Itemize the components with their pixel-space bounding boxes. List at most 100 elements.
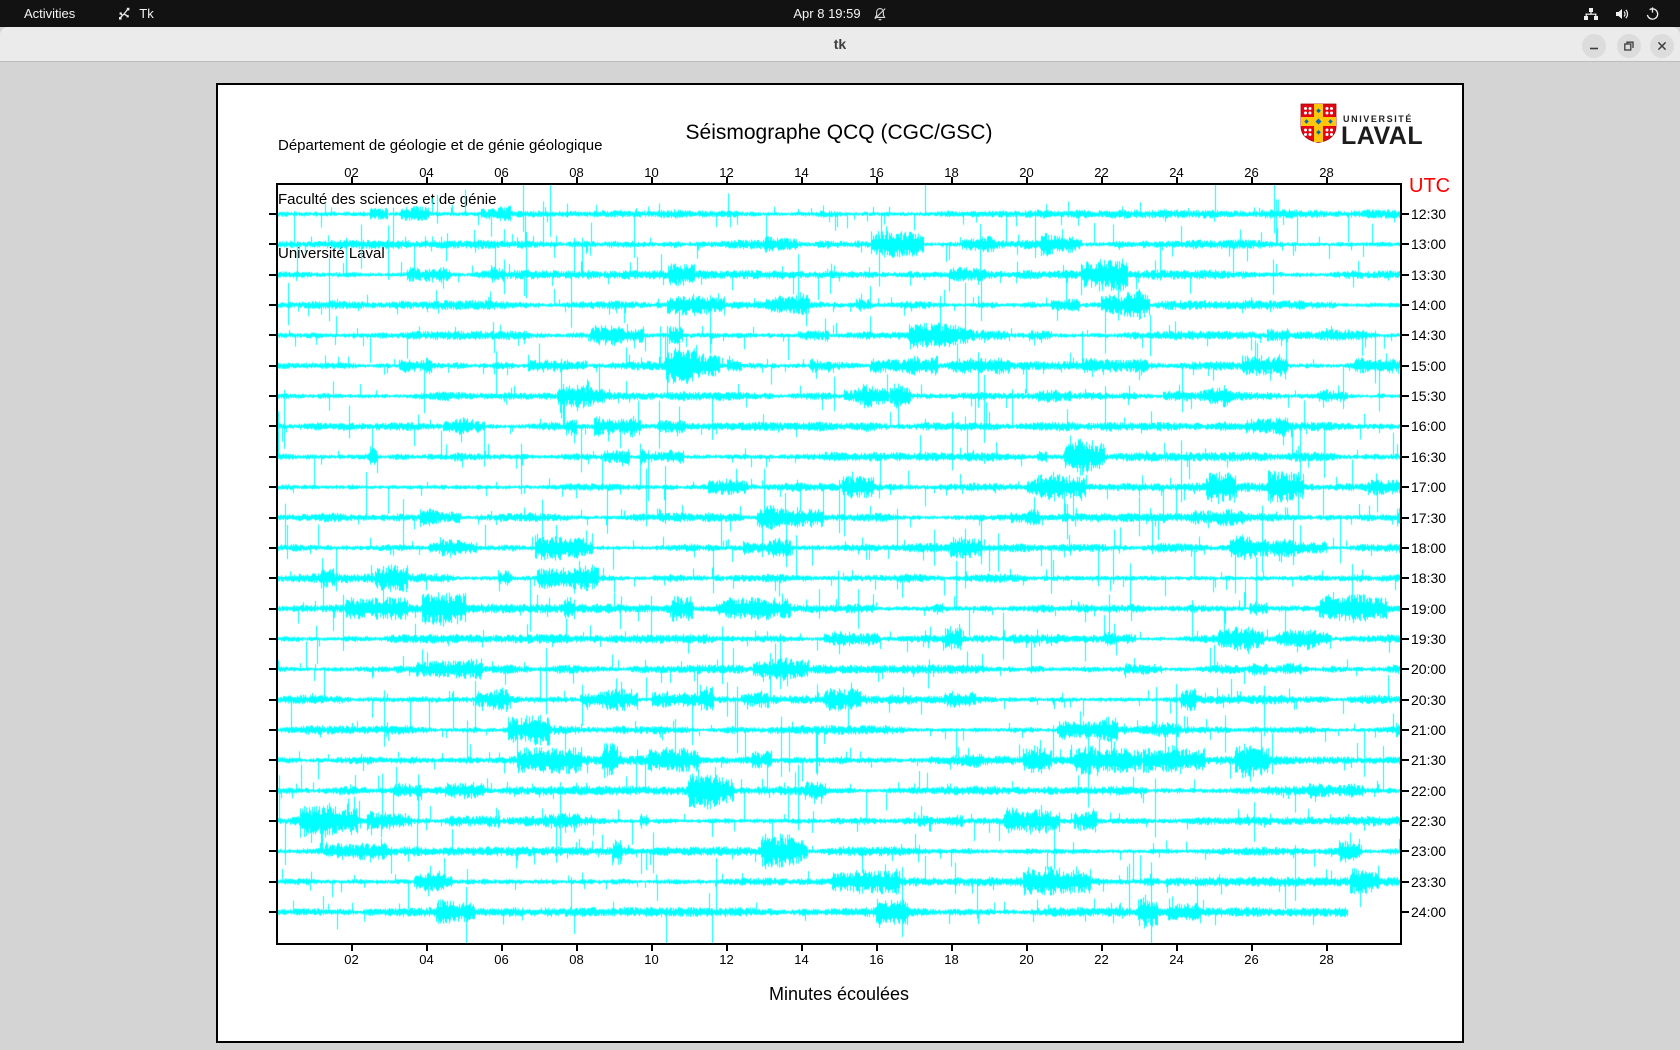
row-tick-right	[1402, 334, 1409, 337]
row-tick-left	[269, 698, 276, 701]
seismogram-traces-canvas	[278, 185, 1400, 943]
row-tick-left	[269, 455, 276, 458]
row-tick-right	[1402, 455, 1409, 458]
x-tick-mark-top	[650, 177, 653, 183]
row-tick-right	[1402, 546, 1409, 549]
utc-time-label: 20:00	[1411, 661, 1447, 678]
network-wired-icon	[1583, 7, 1599, 21]
gnome-top-bar: Activities Tk Apr 8 19:59	[0, 0, 1680, 27]
system-status-area[interactable]	[1583, 0, 1680, 27]
x-axis-title: Minutes écoulées	[768, 984, 910, 1004]
x-tick-mark-top	[575, 177, 578, 183]
laval-shield-icon	[1300, 103, 1337, 148]
row-tick-right	[1402, 698, 1409, 701]
focused-app-menu[interactable]: Tk	[117, 6, 154, 21]
x-tick-mark-top	[1250, 177, 1253, 183]
utc-time-label: 19:00	[1411, 600, 1447, 617]
utc-time-label: 16:00	[1411, 418, 1447, 435]
x-tick-mark-bottom	[1325, 945, 1328, 951]
x-tick-mark-bottom	[575, 945, 578, 951]
utc-time-label: 16:30	[1411, 448, 1447, 465]
close-button[interactable]	[1650, 34, 1674, 58]
x-tick-label-bottom: 08	[569, 952, 584, 967]
maximize-button[interactable]	[1617, 34, 1641, 58]
row-tick-left	[269, 637, 276, 640]
row-tick-left	[269, 880, 276, 883]
x-tick-mark-top	[350, 177, 353, 183]
x-tick-label-bottom: 16	[869, 952, 884, 967]
x-tick-mark-bottom	[500, 945, 503, 951]
row-tick-right	[1402, 364, 1409, 367]
x-tick-mark-bottom	[725, 945, 728, 951]
row-tick-right	[1402, 668, 1409, 671]
row-tick-left	[269, 728, 276, 731]
row-tick-right	[1402, 880, 1409, 883]
utc-time-label: 21:00	[1411, 721, 1447, 738]
activities-button[interactable]: Activities	[18, 4, 81, 23]
volume-icon	[1614, 7, 1630, 21]
utc-time-label: 24:00	[1411, 904, 1447, 921]
row-tick-left	[269, 273, 276, 276]
utc-time-label: 22:30	[1411, 813, 1447, 829]
row-tick-right	[1402, 728, 1409, 731]
x-tick-mark-top	[950, 177, 953, 183]
x-tick-label-bottom: 28	[1319, 952, 1334, 967]
x-tick-label-bottom: 20	[1019, 952, 1034, 967]
utc-time-label: 13:00	[1411, 236, 1447, 253]
row-tick-left	[269, 668, 276, 671]
utc-time-label: 17:00	[1411, 479, 1447, 496]
row-tick-right	[1402, 243, 1409, 246]
utc-time-label: 17:30	[1411, 509, 1447, 526]
x-tick-label-bottom: 18	[944, 952, 959, 967]
x-tick-label-bottom: 14	[794, 952, 809, 967]
x-tick-label-bottom: 06	[494, 952, 509, 967]
x-tick-label-bottom: 22	[1094, 952, 1109, 967]
row-tick-left	[269, 911, 276, 914]
row-tick-left	[269, 364, 276, 367]
row-tick-left	[269, 334, 276, 337]
x-tick-label-bottom: 02	[344, 952, 359, 967]
figure-title: Séismographe QCQ (CGC/GSC)	[685, 121, 993, 144]
row-tick-right	[1402, 577, 1409, 580]
row-tick-right	[1402, 486, 1409, 489]
logo-text-laval: LAVAL	[1341, 122, 1424, 150]
x-tick-mark-bottom	[1025, 945, 1028, 951]
row-tick-left	[269, 577, 276, 580]
universite-laval-logo: UNIVERSITÉ LAVAL	[1300, 101, 1430, 150]
row-tick-left	[269, 607, 276, 610]
clock[interactable]: Apr 8 19:59	[793, 6, 860, 21]
x-tick-mark-top	[1100, 177, 1103, 183]
row-tick-left	[269, 213, 276, 215]
row-tick-left	[269, 243, 276, 246]
utc-time-label: 13:30	[1411, 266, 1447, 283]
x-tick-label-bottom: 26	[1244, 952, 1259, 967]
row-tick-right	[1402, 304, 1409, 307]
x-tick-label-bottom: 12	[719, 952, 734, 967]
row-tick-left	[269, 789, 276, 792]
row-tick-left	[269, 759, 276, 762]
row-tick-left	[269, 304, 276, 307]
utc-time-label: 21:30	[1411, 752, 1447, 769]
window-titlebar: tk	[0, 27, 1680, 62]
utc-time-label: 15:00	[1411, 357, 1447, 374]
tk-app-icon	[117, 6, 132, 21]
utc-time-label: 18:30	[1411, 570, 1447, 587]
focused-app-name: Tk	[139, 6, 154, 21]
x-tick-mark-top	[500, 177, 503, 183]
x-tick-mark-bottom	[1175, 945, 1178, 951]
row-tick-left	[269, 820, 276, 822]
utc-time-label: 22:00	[1411, 782, 1447, 799]
utc-time-label: 20:30	[1411, 691, 1447, 708]
x-tick-mark-bottom	[800, 945, 803, 951]
utc-axis-label: UTC	[1409, 175, 1451, 197]
x-tick-mark-top	[1175, 177, 1178, 183]
power-icon	[1645, 6, 1660, 21]
x-tick-mark-top	[1325, 177, 1328, 183]
minimize-button[interactable]	[1582, 34, 1606, 58]
x-tick-mark-bottom	[875, 945, 878, 951]
row-tick-right	[1402, 213, 1409, 215]
row-tick-right	[1402, 637, 1409, 640]
utc-time-label: 18:00	[1411, 539, 1447, 556]
row-tick-right	[1402, 850, 1409, 853]
x-tick-mark-top	[725, 177, 728, 183]
